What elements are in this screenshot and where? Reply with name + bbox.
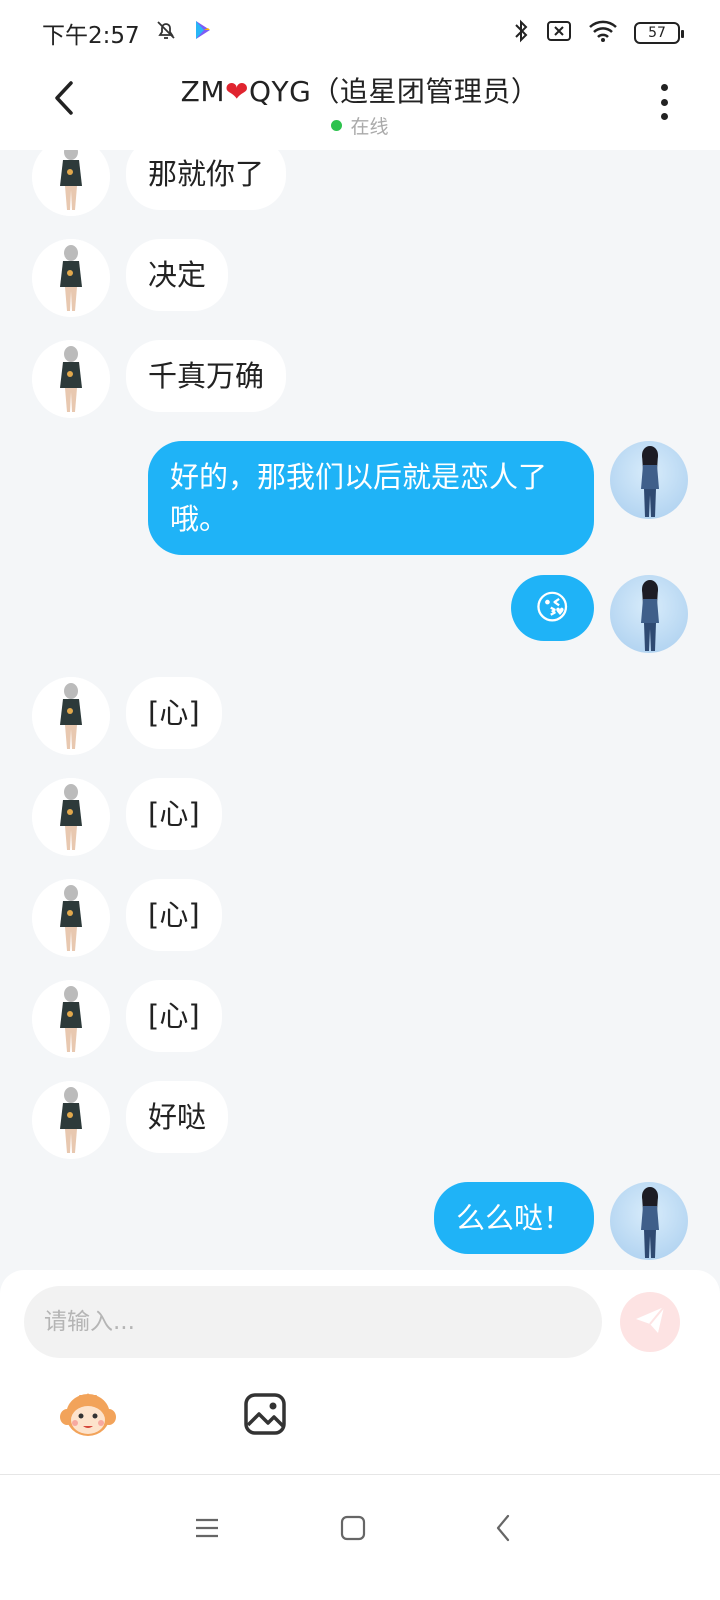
online-status-label: 在线: [350, 116, 389, 138]
contact-avatar[interactable]: [32, 980, 110, 1058]
monkey-emoji-icon: [59, 1389, 117, 1443]
message-row: 千真万确: [32, 340, 287, 418]
menu-icon: [194, 1517, 220, 1543]
message-row: 好的，那我们以后就是恋人了哦。: [148, 441, 688, 555]
online-status: 在线: [110, 112, 610, 139]
online-dot-icon: [331, 120, 343, 131]
image-picker-button[interactable]: [235, 1388, 295, 1444]
wifi-icon: [588, 19, 618, 47]
play-store-icon: [192, 19, 214, 47]
chat-header: ZM❤QYG（追星团管理员） 在线: [0, 66, 720, 150]
send-button[interactable]: [620, 1292, 680, 1352]
more-options-button[interactable]: [652, 80, 676, 124]
battery-level: 57: [648, 25, 666, 41]
message-row: 😘: [510, 575, 688, 653]
status-bar: 下午2:57 57: [0, 0, 720, 66]
message-row: 决定: [32, 239, 229, 317]
message-row: 好哒: [32, 1081, 229, 1159]
contact-avatar[interactable]: [32, 879, 110, 957]
message-bubble[interactable]: 好的，那我们以后就是恋人了哦。: [148, 441, 594, 555]
user-avatar[interactable]: [610, 1182, 688, 1260]
message-bubble[interactable]: [心]: [126, 879, 222, 951]
message-row: [心]: [32, 879, 222, 957]
emoji-picker-button[interactable]: [58, 1388, 118, 1444]
message-row: 么么哒！: [433, 1182, 688, 1260]
user-avatar[interactable]: [610, 575, 688, 653]
contact-avatar[interactable]: [32, 677, 110, 755]
bluetooth-icon: [512, 18, 530, 48]
back-icon: [494, 1514, 512, 1546]
paper-plane-icon: [633, 1303, 667, 1341]
message-bubble[interactable]: 好哒: [126, 1081, 229, 1153]
message-list[interactable]: 那就你了 决定 千真万确 好的，那我们以后就是恋人了哦。 😘 [心] [心] […: [0, 150, 720, 1270]
battery-icon: 57: [634, 22, 684, 44]
image-icon: [243, 1392, 287, 1440]
composer-panel: [0, 1270, 720, 1475]
title-left: ZM: [180, 75, 226, 108]
recent-apps-button[interactable]: [182, 1505, 232, 1555]
more-dot: [660, 84, 668, 91]
no-sim-icon: [546, 20, 572, 46]
user-avatar[interactable]: [610, 441, 688, 519]
contact-avatar[interactable]: [32, 340, 110, 418]
message-bubble[interactable]: [心]: [126, 980, 222, 1052]
message-bubble[interactable]: 那就你了: [126, 150, 287, 210]
back-button[interactable]: [44, 80, 84, 120]
message-row: [心]: [32, 980, 222, 1058]
message-bubble[interactable]: [心]: [126, 778, 222, 850]
message-row: 那就你了: [32, 150, 287, 216]
message-row: [心]: [32, 677, 222, 755]
message-row: [心]: [32, 778, 222, 856]
message-bubble[interactable]: 么么哒！: [433, 1182, 594, 1254]
heart-icon: ❤: [225, 75, 249, 108]
chat-title: ZM❤QYG（追星团管理员）: [110, 70, 610, 110]
contact-avatar[interactable]: [32, 778, 110, 856]
message-bubble[interactable]: 决定: [126, 239, 229, 311]
contact-avatar[interactable]: [32, 150, 110, 216]
message-input[interactable]: [24, 1286, 602, 1358]
nav-back-button[interactable]: [478, 1505, 528, 1555]
status-time: 下午2:57: [42, 23, 140, 49]
contact-avatar[interactable]: [32, 239, 110, 317]
chevron-left-icon: [52, 80, 76, 120]
home-icon: [340, 1515, 366, 1545]
more-dot: [660, 113, 668, 120]
emoji-message-bubble[interactable]: 😘: [510, 575, 594, 641]
contact-avatar[interactable]: [32, 1081, 110, 1159]
home-button[interactable]: [328, 1505, 378, 1555]
chat-title-block: ZM❤QYG（追星团管理员） 在线: [110, 70, 610, 139]
message-bubble[interactable]: [心]: [126, 677, 222, 749]
bell-off-icon: [154, 18, 178, 48]
system-nav-bar: [0, 1475, 720, 1600]
title-right: QYG（追星团管理员）: [248, 75, 540, 108]
message-bubble[interactable]: 千真万确: [126, 340, 287, 412]
more-dot: [660, 98, 668, 106]
